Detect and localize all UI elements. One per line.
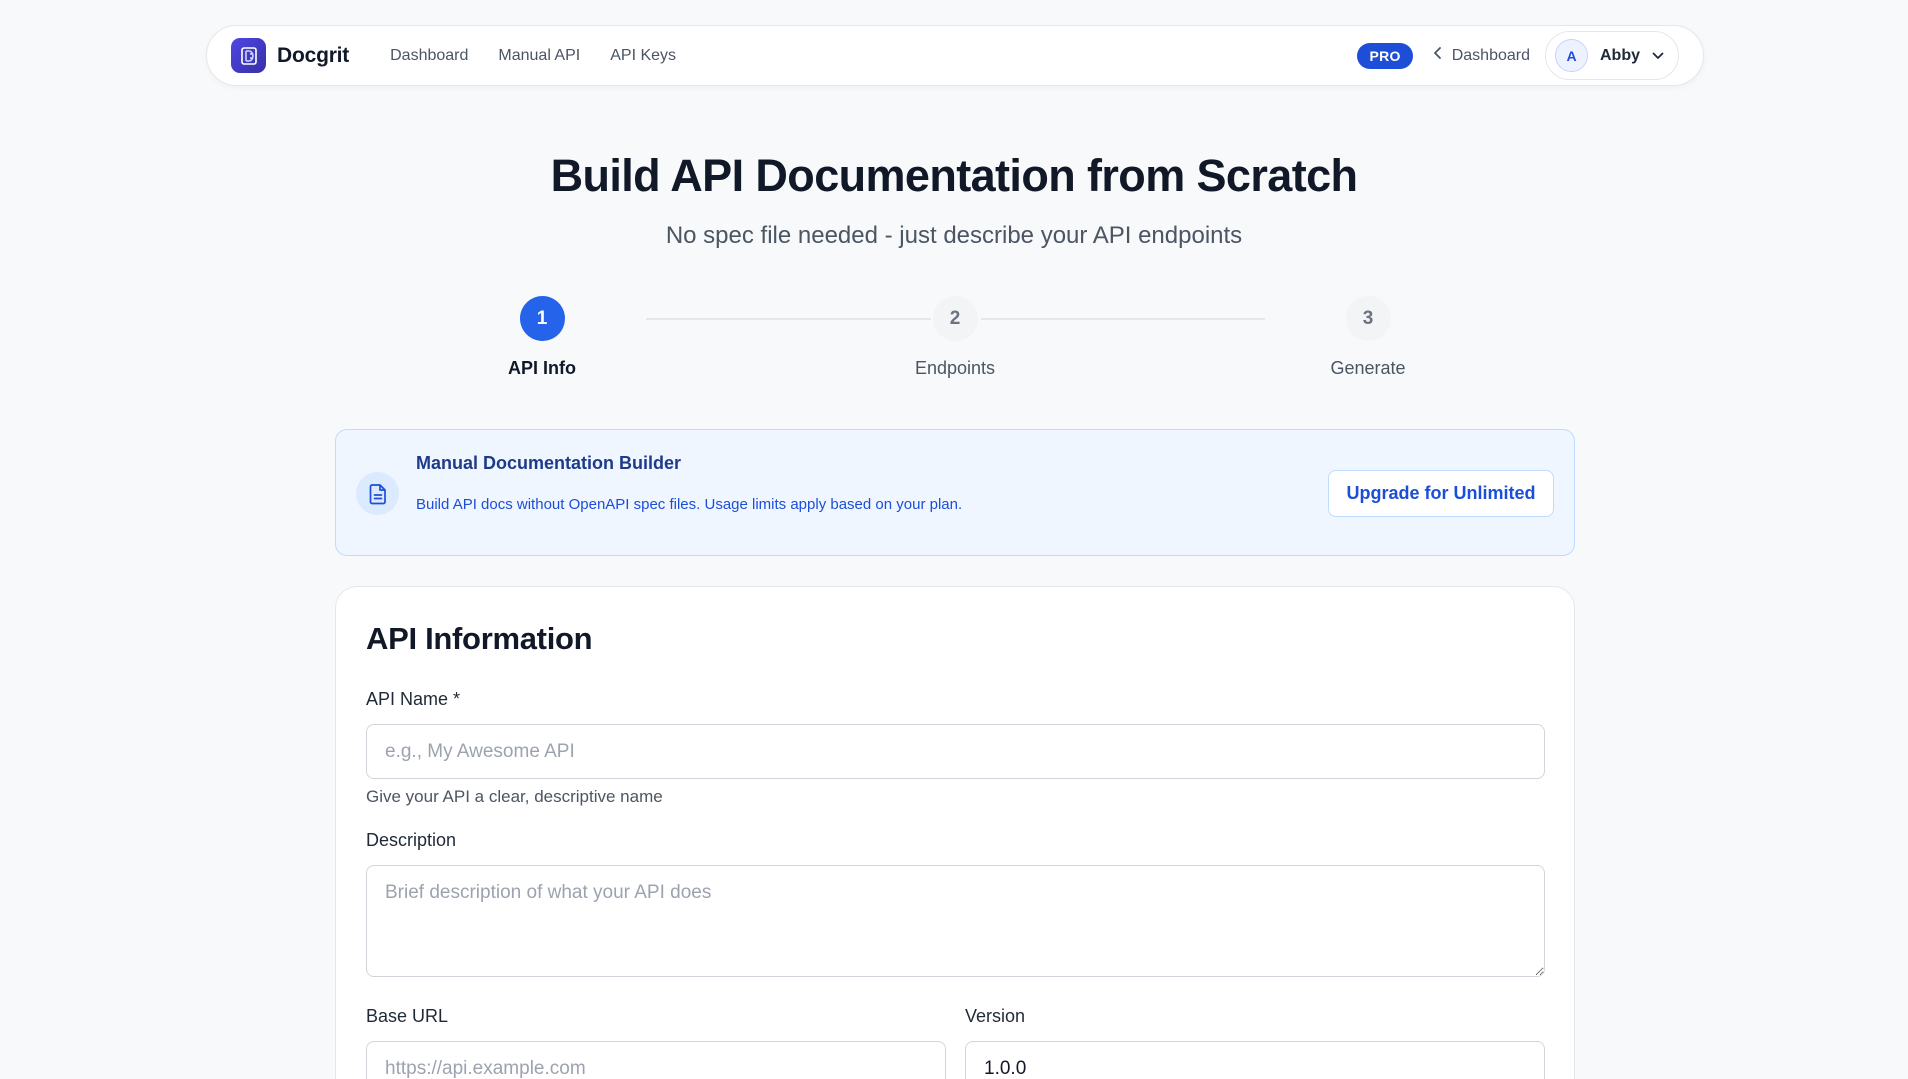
step-label: Endpoints xyxy=(914,358,996,378)
api-name-input[interactable] xyxy=(366,724,1545,779)
back-to-dashboard-link[interactable]: Dashboard xyxy=(1433,46,1530,65)
avatar: A xyxy=(1555,39,1588,72)
chevron-left-icon xyxy=(1433,46,1443,65)
nav-link-dashboard[interactable]: Dashboard xyxy=(390,47,468,65)
step-number: 3 xyxy=(1345,296,1391,341)
step-label: API Info xyxy=(508,358,576,378)
step-label: Generate xyxy=(1330,358,1406,378)
nav-link-manual-api[interactable]: Manual API xyxy=(498,47,580,65)
step-number: 1 xyxy=(519,296,565,341)
step-generate[interactable]: 3 Generate xyxy=(1268,296,1468,379)
brand-name: Docgrit xyxy=(277,43,350,67)
banner-title: Manual Documentation Builder xyxy=(416,453,682,473)
step-number: 2 xyxy=(932,296,978,341)
description-textarea[interactable] xyxy=(366,865,1545,977)
description-label: Description xyxy=(366,830,457,850)
user-name: Abby xyxy=(1600,46,1640,64)
nav-links: Dashboard Manual API API Keys xyxy=(390,47,676,65)
api-name-help: Give your API a clear, descriptive name xyxy=(366,787,663,806)
form-title: API Information xyxy=(366,621,593,656)
base-url-label: Base URL xyxy=(366,1006,449,1026)
version-label: Version xyxy=(965,1006,1026,1026)
back-link-label: Dashboard xyxy=(1451,46,1530,64)
base-url-input[interactable] xyxy=(366,1041,946,1079)
brand[interactable]: Docgrit xyxy=(231,38,349,73)
upgrade-button[interactable]: Upgrade for Unlimited xyxy=(1328,470,1554,517)
usage-info-banner: Manual Documentation Builder Build API d… xyxy=(335,429,1575,556)
docgrit-logo-icon xyxy=(231,38,266,73)
page-subtitle: No spec file needed - just describe your… xyxy=(665,222,1243,249)
step-api-info[interactable]: 1 API Info xyxy=(442,296,642,379)
progress-stepper: 1 API Info 2 Endpoints 3 Generate xyxy=(0,296,1908,386)
api-name-label: API Name * xyxy=(366,689,461,709)
top-navbar: Docgrit Dashboard Manual API API Keys PR… xyxy=(206,25,1704,86)
pro-badge: PRO xyxy=(1357,42,1413,69)
nav-link-api-keys[interactable]: API Keys xyxy=(610,47,676,65)
chevron-down-icon xyxy=(1652,47,1664,65)
page-title: Build API Documentation from Scratch xyxy=(550,150,1358,201)
user-menu-button[interactable]: A Abby xyxy=(1545,31,1679,80)
api-information-card: API Information API Name * Give your API… xyxy=(335,586,1575,1079)
step-endpoints[interactable]: 2 Endpoints xyxy=(855,296,1055,379)
nav-right: PRO Dashboard A Abby xyxy=(1357,31,1679,80)
document-icon xyxy=(356,472,399,515)
version-input[interactable] xyxy=(965,1041,1545,1079)
banner-description: Build API docs without OpenAPI spec file… xyxy=(416,496,963,513)
